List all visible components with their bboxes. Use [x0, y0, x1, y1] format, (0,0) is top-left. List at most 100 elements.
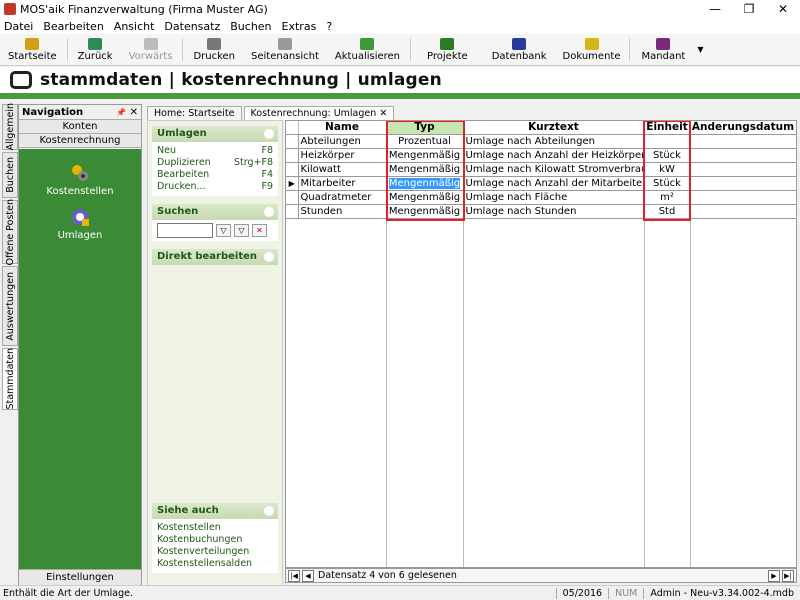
- cell-name[interactable]: Kilowatt: [298, 162, 387, 177]
- cell-kurztext[interactable]: Umlage nach Stunden: [463, 204, 645, 219]
- row-indicator[interactable]: [286, 162, 299, 177]
- row-indicator[interactable]: [286, 204, 299, 219]
- menu-extras[interactable]: Extras: [282, 20, 317, 33]
- cell-typ[interactable]: Mengenmäßig: [386, 190, 464, 205]
- column-header-name[interactable]: Name: [298, 121, 387, 135]
- vtab-stammdaten[interactable]: Stammdaten: [2, 348, 18, 410]
- cell-einheit[interactable]: m²: [644, 190, 691, 205]
- aktualisieren-button[interactable]: Aktualisieren: [327, 34, 408, 65]
- menu-datei[interactable]: Datei: [4, 20, 33, 33]
- collapse-chevron-icon[interactable]: [264, 129, 274, 139]
- filter-select-icon[interactable]: ▽: [234, 224, 249, 237]
- table-row-current[interactable]: ▶ Mitarbeiter Mengenmäßig Umlage nach An…: [286, 176, 796, 191]
- link-kostenbuchungen[interactable]: Kostenbuchungen: [157, 534, 273, 546]
- table-row[interactable]: Stunden Mengenmäßig Umlage nach Stunden …: [286, 204, 796, 219]
- tab-close-icon[interactable]: ✕: [379, 108, 387, 119]
- filter-icon[interactable]: ▽: [216, 224, 231, 237]
- vtab-allgemein[interactable]: Allgemein: [2, 103, 18, 151]
- mandant-button[interactable]: Mandant: [632, 34, 696, 65]
- suchen-panel-header[interactable]: Suchen: [152, 204, 278, 220]
- cell-name[interactable]: Quadratmeter: [298, 190, 387, 205]
- cell-einheit[interactable]: Stück: [644, 148, 691, 163]
- filter-clear-icon[interactable]: ✕: [252, 224, 267, 237]
- projekte-button[interactable]: Projekte: [413, 34, 482, 65]
- menu-datensatz[interactable]: Datensatz: [164, 20, 220, 33]
- nav-item-umlagen[interactable]: Umlagen: [19, 207, 141, 241]
- cell-typ[interactable]: Prozentual: [386, 134, 464, 149]
- cell-datum[interactable]: [690, 134, 796, 149]
- action-drucken[interactable]: Drucken... F9: [157, 181, 273, 193]
- drucken-button[interactable]: Drucken: [185, 34, 243, 65]
- dokumente-button[interactable]: Dokumente: [557, 34, 627, 65]
- vtab-offene-posten[interactable]: Offene Posten: [2, 199, 18, 265]
- column-header-kurztext[interactable]: Kurztext: [463, 121, 645, 135]
- cell-datum[interactable]: [690, 176, 796, 191]
- link-kostenverteilungen[interactable]: Kostenverteilungen: [157, 546, 273, 558]
- cell-kurztext[interactable]: Umlage nach Anzahl der Heizkörper: [463, 148, 645, 163]
- startseite-button[interactable]: Startseite: [0, 34, 65, 65]
- column-header-einheit[interactable]: Einheit: [644, 121, 691, 135]
- table-row[interactable]: Kilowatt Mengenmäßig Umlage nach Kilowat…: [286, 162, 796, 177]
- cell-einheit[interactable]: Std: [644, 204, 691, 219]
- link-kostenstellen[interactable]: Kostenstellen: [157, 522, 273, 534]
- prev-record-button[interactable]: ◀: [302, 569, 314, 582]
- table-row[interactable]: Quadratmeter Mengenmäßig Umlage nach Flä…: [286, 190, 796, 205]
- action-bearbeiten[interactable]: Bearbeiten F4: [157, 169, 273, 181]
- tab-startseite[interactable]: Home: Startseite: [147, 106, 242, 120]
- umlagen-panel-header[interactable]: Umlagen: [152, 126, 278, 142]
- minimize-button[interactable]: —: [698, 2, 732, 16]
- action-duplizieren[interactable]: Duplizieren Strg+F8: [157, 157, 273, 169]
- table-row[interactable]: Heizkörper Mengenmäßig Umlage nach Anzah…: [286, 148, 796, 163]
- cell-typ[interactable]: Mengenmäßig: [386, 162, 464, 177]
- cell-typ-selected[interactable]: Mengenmäßig: [386, 176, 464, 191]
- last-record-button[interactable]: ▶|: [782, 569, 794, 582]
- cell-name[interactable]: Abteilungen: [298, 134, 387, 149]
- cell-kurztext[interactable]: Umlage nach Anzahl der Mitarbeiter: [463, 176, 645, 191]
- expand-chevron-icon[interactable]: [264, 252, 274, 262]
- nav-item-kostenstellen[interactable]: Kostenstellen: [19, 163, 141, 197]
- direkt-panel-header[interactable]: Direkt bearbeiten: [152, 249, 278, 265]
- vorwaerts-button[interactable]: Vorwärts: [121, 34, 181, 65]
- action-neu[interactable]: Neu F8: [157, 145, 273, 157]
- cell-datum[interactable]: [690, 148, 796, 163]
- siehe-panel-header[interactable]: Siehe auch: [152, 503, 278, 519]
- column-header-aenderungsdatum[interactable]: Änderungsdatum: [690, 121, 796, 135]
- mandant-dropdown-icon[interactable]: ▼: [695, 34, 705, 65]
- cell-name[interactable]: Stunden: [298, 204, 387, 219]
- cell-datum[interactable]: [690, 204, 796, 219]
- menu-help[interactable]: ?: [326, 20, 332, 33]
- cell-datum[interactable]: [690, 162, 796, 177]
- link-kostenstellensalden[interactable]: Kostenstellensalden: [157, 558, 273, 570]
- menu-buchen[interactable]: Buchen: [230, 20, 271, 33]
- seitenansicht-button[interactable]: Seitenansicht: [243, 34, 327, 65]
- collapse-chevron-icon[interactable]: [264, 506, 274, 516]
- cell-typ[interactable]: Mengenmäßig: [386, 148, 464, 163]
- menu-bearbeiten[interactable]: Bearbeiten: [43, 20, 103, 33]
- pin-icon[interactable]: 📌: [116, 108, 126, 117]
- cell-typ[interactable]: Mengenmäßig: [386, 204, 464, 219]
- current-row-indicator-icon[interactable]: ▶: [286, 176, 299, 191]
- zurueck-button[interactable]: Zurück: [70, 34, 121, 65]
- close-button[interactable]: ✕: [766, 2, 800, 16]
- cell-kurztext[interactable]: Umlage nach Abteilungen: [463, 134, 645, 149]
- cell-datum[interactable]: [690, 190, 796, 205]
- cell-kurztext[interactable]: Umlage nach Kilowatt Stromverbrauch: [463, 162, 645, 177]
- datenbank-button[interactable]: Datenbank: [482, 34, 557, 65]
- nav-kostenrechnung-button[interactable]: Kostenrechnung: [19, 134, 141, 148]
- cell-name[interactable]: Mitarbeiter: [298, 176, 387, 191]
- cell-einheit[interactable]: kW: [644, 162, 691, 177]
- first-record-button[interactable]: |◀: [288, 569, 300, 582]
- row-indicator[interactable]: [286, 148, 299, 163]
- nav-einstellungen-button[interactable]: Einstellungen: [19, 569, 141, 585]
- navigation-close-icon[interactable]: ✕: [130, 107, 138, 118]
- search-input[interactable]: [157, 223, 213, 238]
- next-record-button[interactable]: ▶: [768, 569, 780, 582]
- collapse-chevron-icon[interactable]: [264, 207, 274, 217]
- row-indicator[interactable]: [286, 190, 299, 205]
- vtab-auswertungen[interactable]: Auswertungen: [2, 266, 18, 346]
- cell-einheit[interactable]: Stück: [644, 176, 691, 191]
- nav-konten-button[interactable]: Konten: [19, 120, 141, 134]
- row-indicator[interactable]: [286, 134, 299, 149]
- column-header-typ[interactable]: Typ: [386, 121, 464, 135]
- cell-einheit[interactable]: [644, 134, 691, 149]
